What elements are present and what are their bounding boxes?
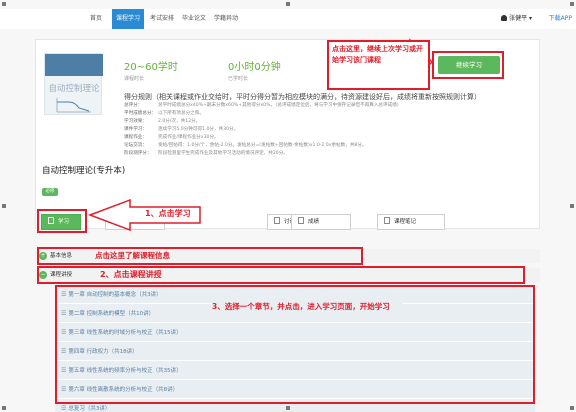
scoring-rules: 总评分： 总平时成绩总分x40%+期末分数x60%+其他得分x0%。（总评成绩定位… [124,102,544,158]
annotation-basic-info: 点击这里了解课程信息 [95,251,170,260]
nav-thesis[interactable]: 毕业论文 [180,9,208,29]
annotation-step1: 1、点击学习 [145,209,191,218]
grade-icon [298,217,304,224]
annotation-step3: 3、选择一个章节，并点击，进入学习页面，开始学习 [212,300,402,313]
edge-handle [286,2,290,6]
cover-bode-plot-icon [56,98,91,113]
rule-row: 课件学习： 连续学习5.0分钟可得1.0分，共30分。 [124,127,239,132]
stat-label: 课程时长 [124,76,145,82]
corner-handle [2,2,6,6]
download-app-link[interactable]: 下载APP [549,9,572,29]
required-badge: 必修 [42,188,58,196]
annotation-study-tab-box [37,209,87,233]
chat-icon [274,217,280,224]
nav-exams[interactable]: 考试安排 [148,9,176,29]
rule-row: 课程作业： 完成作业/课程作业分x30分。 [124,135,219,140]
course-tabs: 学习 资料 讨论 成绩 课程笔记 [35,206,540,234]
course-title: 自动控制理论(专升本) [42,166,126,176]
annotation-continue-box: 点击这里，继续上次学习或开始学习该门课程 [327,40,430,90]
edge-handle [570,204,574,208]
edge-handle [2,204,6,208]
course-cover: 自动控制理论 [44,53,103,115]
rule-row: 总评分： 总平时成绩总分x40%+期末分数x60%+其他得分x0%。（总评成绩定位… [124,103,402,108]
user-name: 张健平 ▾ [509,15,532,22]
rule-row: 学习效果： 2.0分/次，共12分。 [124,119,201,124]
edge-handle [286,406,290,410]
corner-handle [570,2,574,6]
nav-home[interactable]: 首页 [82,9,110,29]
top-navbar: 首页 课程学习 考试安排 毕业论文 学籍异动 张健平 ▾ 下载APP [0,9,576,29]
nav-course-study[interactable]: 课程学习 [112,9,144,29]
rule-row: 阶段测评分： 阶段检测里学生完成作业及其他学习活动的情况评定，共20分。 [124,151,288,156]
user-menu[interactable]: 张健平 ▾ [501,9,532,29]
stat-studied-time: 0小时0分钟 已学时长 [228,58,281,82]
tab-notes[interactable]: 课程笔记 [377,214,445,230]
corner-handle [570,406,574,410]
stat-label: 已学时长 [228,76,249,82]
page: 首页 课程学习 考试安排 毕业论文 学籍异动 张健平 ▾ 下载APP 自动控制理… [0,0,576,412]
annotation-continue-button-box [432,51,504,79]
scoring-rules-title: 得分规则（相关课程或作业交给时，平时分得分暂为相应模块的满分，待资源建设好后，成… [124,93,481,101]
annotation-continue-text: 点击这里，继续上次学习或开始学习该门课程 [332,45,423,64]
cover-band [45,54,103,76]
nav-status-change[interactable]: 学籍异动 [212,9,240,29]
stat-value: 0小时0分钟 [228,62,281,73]
corner-handle [2,406,6,410]
annotation-basic-info-box [37,247,363,265]
tab-grades[interactable]: 成绩 [291,214,351,230]
cover-title: 自动控制理论 [48,84,100,94]
rule-row: 论坛交流： 发帖/回帖得：1.0分/个，余帖-2.0分。发帖总分=(发帖数+回帖数… [124,143,367,148]
edit-icon [384,217,390,224]
user-icon [501,15,508,21]
stat-value: 20~60学时 [124,62,178,73]
rule-row: 平时成绩总分： 以下所有项总分之和。 [124,111,204,116]
stat-course-hours: 20~60学时 课程时长 [124,58,178,82]
file-icon [112,217,118,224]
annotation-step2: 2、点击课程讲授 [100,270,162,279]
